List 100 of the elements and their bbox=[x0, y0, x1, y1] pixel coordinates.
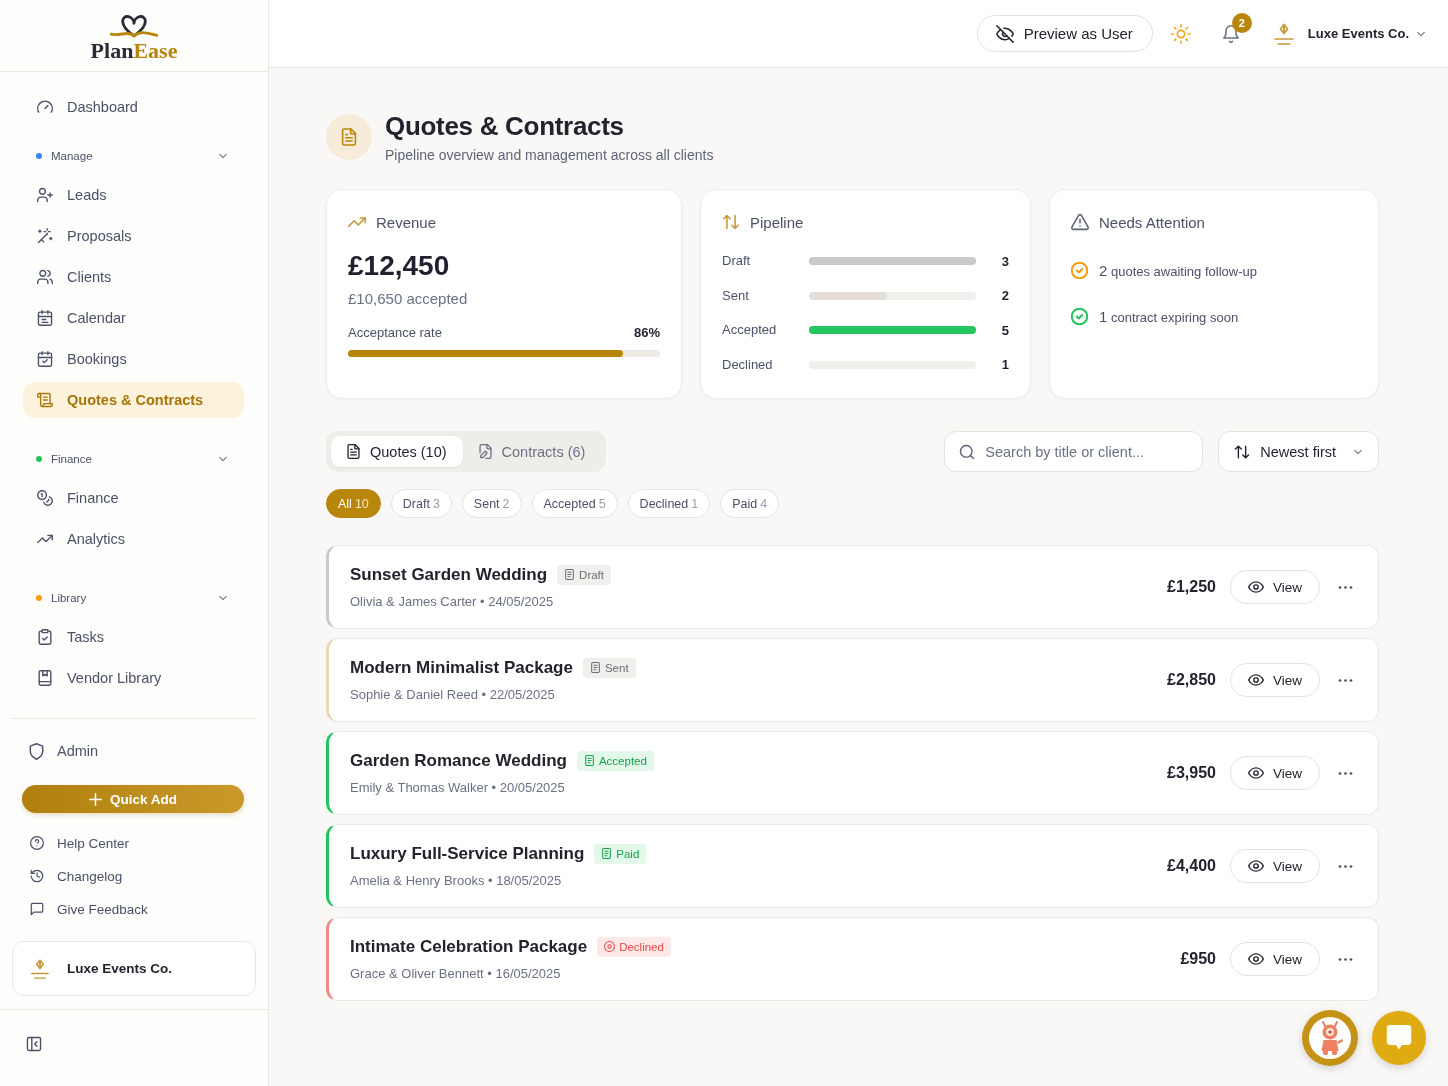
view-button[interactable]: View bbox=[1230, 942, 1320, 976]
document-icon bbox=[326, 114, 372, 160]
help-icon bbox=[30, 836, 44, 850]
admin-link[interactable]: Admin bbox=[12, 733, 256, 769]
nav-item[interactable]: Leads bbox=[23, 177, 244, 213]
eye-icon bbox=[1248, 858, 1264, 874]
chat-button[interactable] bbox=[1372, 1011, 1426, 1065]
quote-amount: £3,950 bbox=[1167, 764, 1216, 782]
tab[interactable]: Contracts (6) bbox=[462, 436, 602, 467]
magic-wand-icon bbox=[37, 228, 53, 244]
tab[interactable]: Quotes (10) bbox=[331, 436, 463, 467]
quote-title: Intimate Celebration Package bbox=[350, 935, 588, 958]
filter-chip[interactable]: Draft 3 bbox=[390, 489, 452, 518]
view-button[interactable]: View bbox=[1230, 849, 1320, 883]
eye-icon bbox=[1248, 765, 1264, 781]
ellipsis-icon bbox=[1337, 770, 1353, 776]
assistant-button[interactable] bbox=[1302, 1010, 1358, 1066]
status-label: Draft bbox=[579, 568, 604, 581]
gauge-icon bbox=[37, 99, 53, 115]
view-button[interactable]: View bbox=[1230, 570, 1320, 604]
filter-chip[interactable]: Accepted 5 bbox=[531, 489, 618, 518]
stage-count: 2 bbox=[1000, 288, 1009, 303]
quote-meta: Sophie & Daniel Reed • 22/05/2025 bbox=[350, 685, 556, 704]
plus-icon bbox=[89, 792, 102, 806]
sidebar-link[interactable]: Give Feedback bbox=[12, 896, 256, 922]
message-icon bbox=[30, 902, 44, 916]
quote-amount: £4,400 bbox=[1167, 857, 1216, 875]
group-header[interactable]: Manage bbox=[23, 146, 244, 166]
emblem-icon bbox=[1272, 22, 1295, 45]
nav-item[interactable]: Tasks bbox=[23, 619, 244, 655]
history-icon bbox=[30, 869, 44, 883]
stage-count: 1 bbox=[1000, 357, 1009, 372]
stage-label: Draft bbox=[722, 252, 752, 270]
ellipsis-icon bbox=[1337, 584, 1353, 590]
document-icon bbox=[564, 569, 576, 580]
bell-icon[interactable] bbox=[1221, 24, 1240, 43]
rate-value: 86% bbox=[633, 324, 660, 342]
preview-button[interactable]: Preview as User bbox=[976, 15, 1153, 52]
sidebar-link[interactable]: Help Center bbox=[12, 830, 256, 856]
quote-title: Sunset Garden Wedding bbox=[350, 563, 548, 586]
filter-chip[interactable]: Paid 4 bbox=[720, 489, 780, 518]
arrows-up-down-icon bbox=[722, 213, 740, 231]
sort-dropdown[interactable]: Newest first bbox=[1218, 431, 1379, 472]
accepted-amount: £10,650 accepted bbox=[348, 289, 469, 309]
group-header[interactable]: Library bbox=[23, 588, 244, 608]
card-title: Pipeline bbox=[750, 213, 804, 231]
nav-item[interactable]: Quotes & Contracts bbox=[23, 382, 244, 418]
notification-count: 2 bbox=[1231, 12, 1252, 33]
document-icon bbox=[583, 755, 595, 766]
status-label: Paid bbox=[616, 847, 640, 860]
calendar-check-icon bbox=[37, 351, 53, 367]
status-label: Accepted bbox=[598, 754, 647, 767]
ellipsis-icon bbox=[1337, 956, 1353, 962]
nav-item[interactable]: Finance bbox=[23, 480, 244, 516]
warning-icon bbox=[1071, 213, 1089, 231]
status-label: Declined bbox=[619, 940, 664, 953]
eye-off-icon bbox=[995, 24, 1014, 43]
quote-meta: Olivia & James Carter • 24/05/2025 bbox=[350, 592, 555, 611]
revenue-amount: £12,450 bbox=[348, 249, 451, 283]
stage-count: 3 bbox=[1000, 253, 1009, 269]
filter-chip[interactable]: Declined 1 bbox=[627, 489, 711, 518]
collapse-sidebar-icon[interactable] bbox=[26, 1036, 42, 1052]
arrows-up-down-icon bbox=[1234, 443, 1251, 460]
account-menu[interactable]: Luxe Events Co. bbox=[1272, 22, 1427, 45]
users-icon bbox=[37, 269, 53, 285]
document-icon bbox=[601, 848, 613, 859]
nav-item[interactable]: Proposals bbox=[23, 218, 244, 254]
quote-title: Luxury Full-Service Planning bbox=[350, 842, 585, 865]
calendar-icon bbox=[37, 310, 53, 326]
attention-text: 1 contract expiring soon bbox=[1099, 307, 1239, 325]
stage-label: Declined bbox=[722, 355, 774, 374]
target-icon bbox=[604, 941, 616, 952]
rate-label: Acceptance rate bbox=[348, 324, 442, 342]
quote-meta: Amelia & Henry Brooks • 18/05/2025 bbox=[350, 871, 563, 890]
stage-label: Accepted bbox=[722, 321, 778, 339]
nav-item[interactable]: Dashboard bbox=[23, 89, 244, 125]
card-title: Revenue bbox=[376, 213, 437, 231]
search-field[interactable]: Search by title or client... bbox=[944, 431, 1204, 472]
filter-chip[interactable]: Sent 2 bbox=[461, 489, 522, 518]
user-plus-icon bbox=[37, 187, 53, 203]
nav-item[interactable]: Clients bbox=[23, 259, 244, 295]
view-button[interactable]: View bbox=[1230, 663, 1320, 697]
nav-item[interactable]: Bookings bbox=[23, 341, 244, 377]
view-button[interactable]: View bbox=[1230, 756, 1320, 790]
nav-item[interactable]: Calendar bbox=[23, 300, 244, 336]
coins-icon bbox=[37, 490, 53, 506]
search-icon bbox=[959, 443, 976, 460]
sidebar-link[interactable]: Changelog bbox=[12, 863, 256, 889]
clipboard-check-icon bbox=[37, 629, 53, 645]
quote-meta: Emily & Thomas Walker • 20/05/2025 bbox=[350, 778, 566, 797]
sun-icon[interactable] bbox=[1170, 23, 1191, 44]
page-title: Quotes & Contracts bbox=[385, 111, 625, 141]
nav-item[interactable]: Vendor Library bbox=[23, 660, 244, 696]
group-header[interactable]: Finance bbox=[23, 449, 244, 469]
document-icon bbox=[346, 444, 361, 459]
workspace-switcher[interactable]: Luxe Events Co. bbox=[12, 941, 256, 996]
ellipsis-icon bbox=[1337, 677, 1353, 683]
quote-amount: £1,250 bbox=[1167, 578, 1216, 596]
nav-item[interactable]: Analytics bbox=[23, 521, 244, 557]
status-label: Sent bbox=[604, 661, 629, 674]
